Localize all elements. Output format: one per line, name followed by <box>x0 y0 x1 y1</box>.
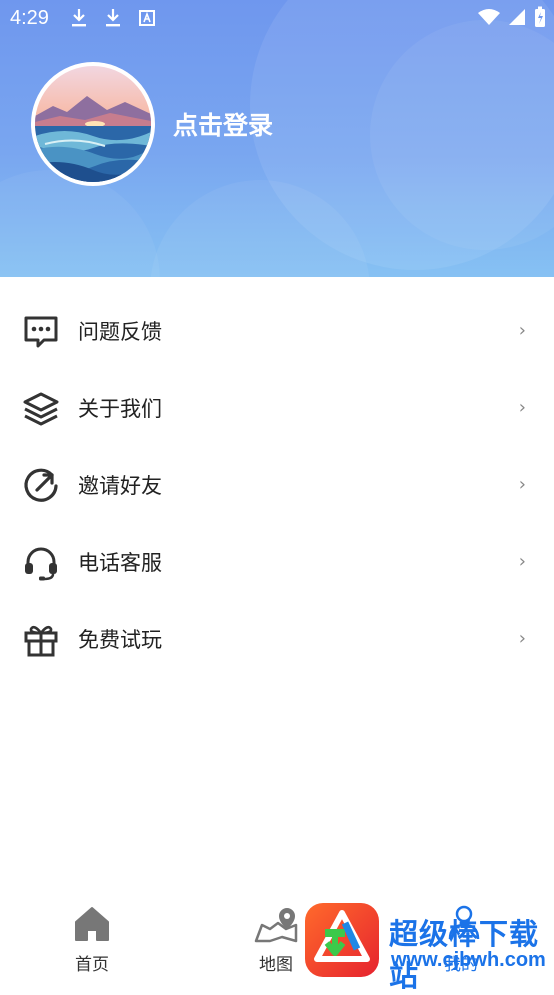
site-watermark: 超级棒下载站 www.cjbwh.com <box>305 903 554 993</box>
tab-map[interactable]: 地图 <box>252 905 300 975</box>
tab-home[interactable]: 首页 <box>72 905 112 975</box>
wifi-icon <box>478 9 500 25</box>
download-shield-icon <box>314 910 370 962</box>
gift-icon <box>24 625 58 657</box>
layers-icon <box>23 392 59 426</box>
download-icon <box>106 9 120 27</box>
watermark-logo <box>305 903 379 977</box>
avatar-image <box>35 66 151 182</box>
chevron-right-icon: › <box>518 320 526 341</box>
share-arrow-icon <box>24 468 58 502</box>
chevron-right-icon: › <box>518 628 526 649</box>
chevron-right-icon: › <box>518 551 526 572</box>
menu-item-invite[interactable]: 邀请好友 › <box>0 446 554 523</box>
menu-item-label: 免费试玩 <box>78 628 162 652</box>
headset-icon <box>25 547 57 581</box>
chat-bubble-icon <box>24 316 58 348</box>
tab-label: 地图 <box>259 955 293 975</box>
profile-header: 4:29 点击登录 <box>0 0 554 277</box>
chevron-right-icon: › <box>518 397 526 418</box>
menu-item-free-trial[interactable]: 免费试玩 › <box>0 600 554 677</box>
status-time: 4:29 <box>10 7 49 29</box>
font-app-icon <box>139 10 155 26</box>
map-pin-icon <box>254 908 298 943</box>
login-link[interactable]: 点击登录 <box>173 106 273 142</box>
settings-menu: 问题反馈 › 关于我们 › 邀请好友 › 电话客服 › 免费试玩 › <box>0 292 554 677</box>
home-icon <box>75 907 109 941</box>
signal-icon <box>509 9 525 25</box>
menu-item-about[interactable]: 关于我们 › <box>0 369 554 446</box>
status-icons <box>478 6 546 28</box>
menu-item-label: 邀请好友 <box>78 474 162 498</box>
chevron-right-icon: › <box>518 474 526 495</box>
download-icon <box>72 9 86 27</box>
status-bar: 4:29 <box>0 0 554 36</box>
avatar[interactable] <box>31 62 155 186</box>
menu-item-label: 问题反馈 <box>78 320 162 344</box>
tab-label: 首页 <box>75 955 109 975</box>
watermark-url: www.cjbwh.com <box>391 949 546 971</box>
menu-item-label: 电话客服 <box>78 551 162 575</box>
battery-icon <box>535 6 545 27</box>
menu-item-feedback[interactable]: 问题反馈 › <box>0 292 554 369</box>
header-decoration <box>0 170 160 277</box>
menu-item-label: 关于我们 <box>78 397 162 421</box>
menu-item-phone-support[interactable]: 电话客服 › <box>0 523 554 600</box>
